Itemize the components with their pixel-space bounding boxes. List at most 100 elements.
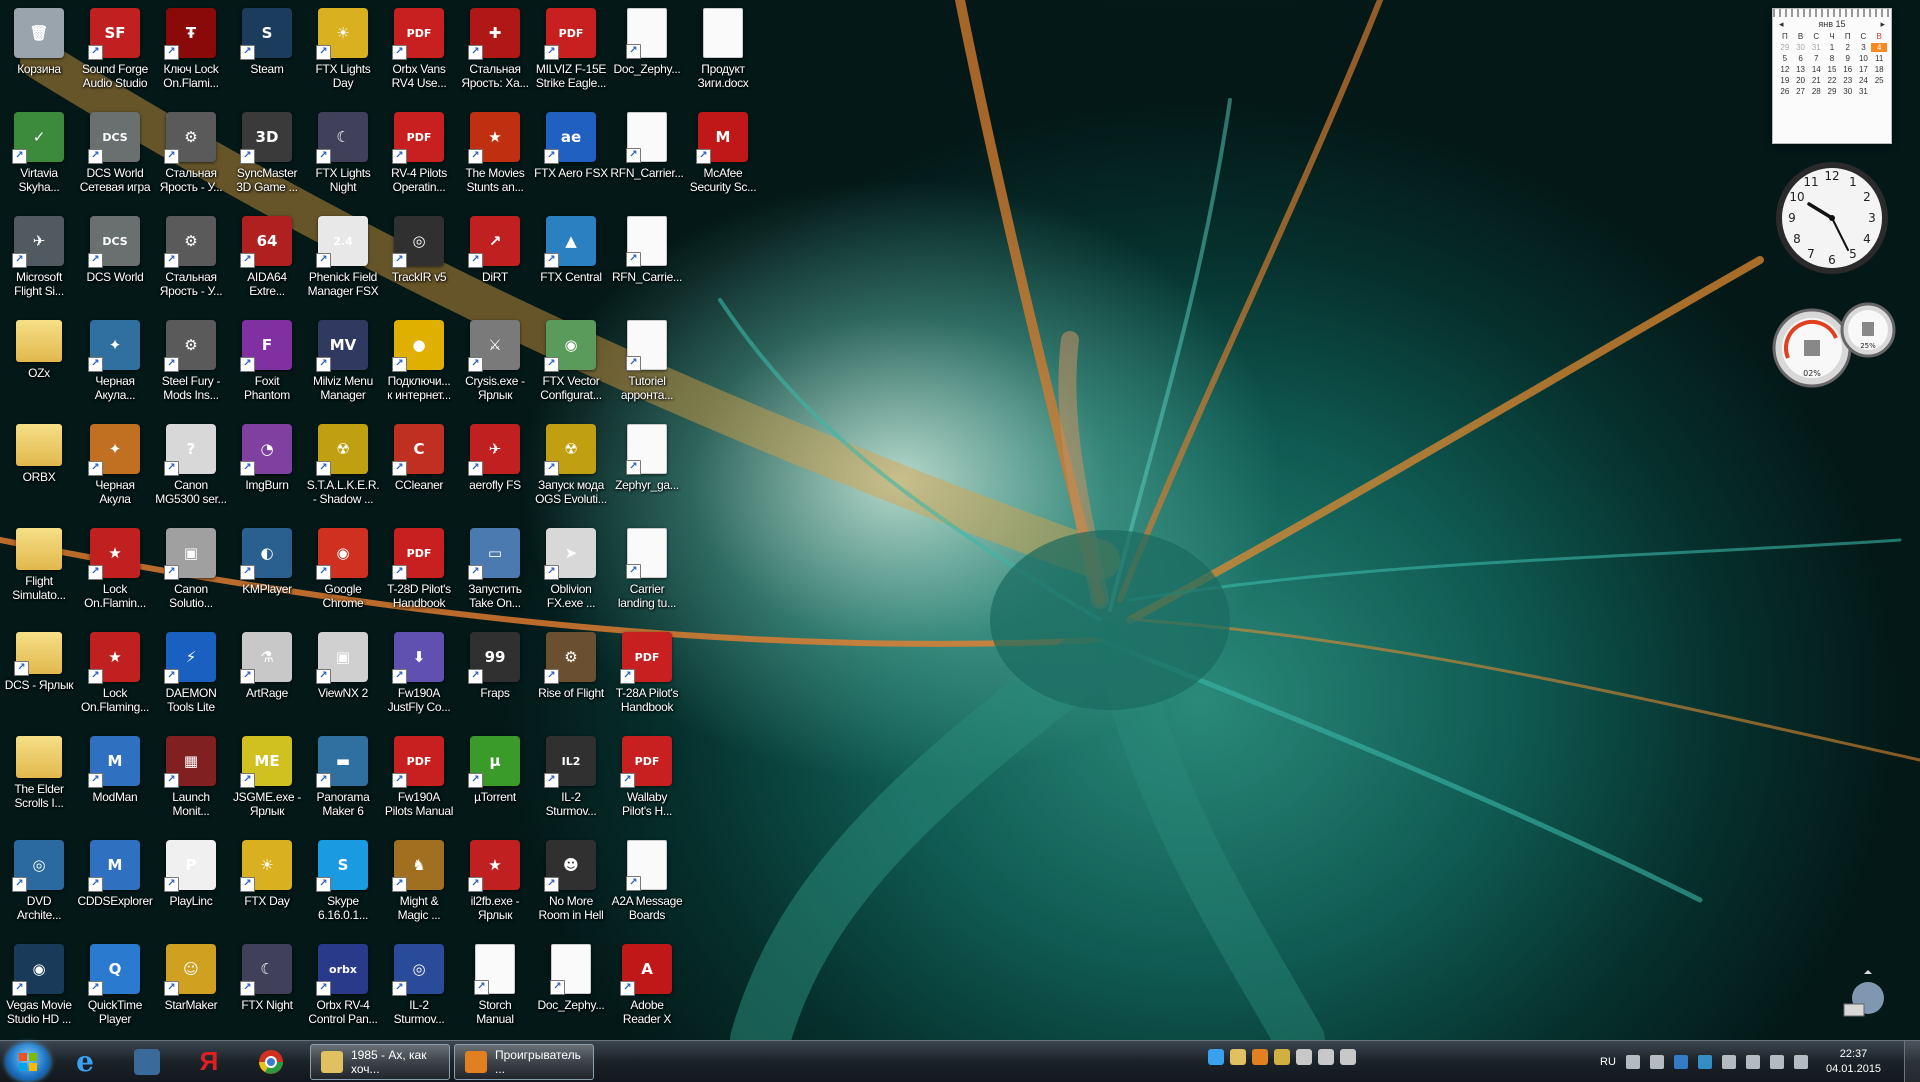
desktop-icon[interactable]: ↗ DCS - Ярлык [1,626,77,726]
taskbar-pin-yandex[interactable]: Я [182,1043,236,1081]
desktop-icon[interactable]: ★ ↗ il2fb.exe - Ярлык [457,834,533,934]
desktop-icon[interactable]: The Elder Scrolls I... [1,730,77,830]
start-button[interactable] [6,1042,50,1081]
calendar-day[interactable]: 22 [1824,76,1840,85]
desktop-icon[interactable]: ↗ Doc_Zephy... [609,2,685,102]
desktop-icon[interactable]: ✦ ↗ Черная Акула... [77,314,153,414]
taskbar-pin-internet-explorer[interactable]: e [58,1043,112,1081]
calendar-day[interactable]: 31 [1856,87,1872,96]
desktop-icon[interactable]: IL2 ↗ IL-2 Sturmov... [533,730,609,830]
desktop-icon[interactable]: ▲ ↗ FTX Central [533,210,609,310]
calendar-day[interactable]: 2 [1840,43,1856,52]
desktop-icon[interactable]: ☀ ↗ FTX Lights Day [305,2,381,102]
desktop-icon[interactable]: ✦ ↗ Черная Акула [77,418,153,518]
calendar-gadget[interactable]: ◂ янв 15 ▸ П В С Ч П С В 29 30 31 1 2 3 4 5 6 7 8 9 10 11 12 1… [1772,8,1892,144]
drive-small-icon[interactable] [1318,1049,1334,1065]
volume-icon[interactable] [1745,1054,1760,1069]
calendar-day[interactable]: 26 [1777,87,1793,96]
desktop-icon[interactable]: ☺ ↗ StarMaker [153,938,229,1038]
desktop-icon[interactable]: Flight Simulato... [1,522,77,622]
skype-tray-icon[interactable] [1697,1054,1712,1069]
desktop-icon[interactable]: 🗑 Корзина [1,2,77,102]
calendar-prev-icon[interactable]: ◂ [1779,19,1784,30]
desktop-icon[interactable]: ✈ ↗ Microsoft Flight Si... [1,210,77,310]
desktop-icon[interactable]: ⚙ ↗ Стальная Ярость - У... [153,106,229,206]
desktop-icon[interactable]: ☾ ↗ FTX Night [229,938,305,1038]
calendar-day[interactable]: 8 [1824,54,1840,63]
taskbar-pin-kmplayer[interactable] [120,1043,174,1081]
desktop-icon[interactable]: ◐ ↗ KMPlayer [229,522,305,622]
desktop-icon[interactable]: PDF ↗ Fw190A Pilots Manual [381,730,457,830]
calendar-day[interactable]: 30 [1840,87,1856,96]
desktop-icon[interactable]: ↗ RFN_Carrie... [609,210,685,310]
desktop-icon[interactable]: ⬇ ↗ Fw190A JustFly Co... [381,626,457,726]
calendar-next-icon[interactable]: ▸ [1880,19,1885,30]
desktop-icon[interactable]: ◎ ↗ DVD Archite... [1,834,77,934]
desktop-icon[interactable]: ☾ ↗ FTX Lights Night [305,106,381,206]
taskbar-task-folder[interactable]: 1985 - Ах, как хоч... [310,1043,450,1080]
desktop-icon[interactable]: ▣ ↗ Canon Solutio... [153,522,229,622]
desktop-icon[interactable]: ♞ ↗ Might & Magic ... [381,834,457,934]
desktop-icon[interactable]: PDF ↗ MILVIZ F-15E Strike Eagle... [533,2,609,102]
desktop-icon[interactable]: µ ↗ µTorrent [457,730,533,830]
desktop-icon[interactable]: A ↗ Adobe Reader X [609,938,685,1038]
desktop-icon[interactable]: ◎ ↗ TrackIR v5 [381,210,457,310]
calendar-day[interactable]: 6 [1793,54,1809,63]
desktop-icon[interactable]: ae ↗ FTX Aero FSX [533,106,609,206]
desktop-icon[interactable]: 3D ↗ SyncMaster 3D Game ... [229,106,305,206]
desktop-icon[interactable]: P ↗ PlayLinc [153,834,229,934]
media-orb-icon[interactable] [1838,966,1890,1018]
calendar-day[interactable]: 16 [1840,65,1856,74]
desktop-icon[interactable]: ☢ ↗ Запуск мода OGS Evoluti... [533,418,609,518]
desktop-icon[interactable]: ▬ ↗ Panorama Maker 6 [305,730,381,830]
calendar-day[interactable]: 29 [1824,87,1840,96]
desktop-icon[interactable]: Q ↗ QuickTime Player [77,938,153,1038]
desktop-icon[interactable]: ⚙ ↗ Стальная Ярость - У... [153,210,229,310]
calendar-day[interactable]: 23 [1840,76,1856,85]
desktop-icon[interactable]: PDF ↗ T-28D Pilot's Handbook [381,522,457,622]
desktop-icon[interactable]: PDF ↗ T-28A Pilot's Handbook [609,626,685,726]
folder-small-icon[interactable] [1230,1049,1246,1065]
desktop-icon[interactable]: SF ↗ Sound Forge Audio Studio [77,2,153,102]
desktop-icon[interactable]: ★ ↗ Lock On.Flaming... [77,626,153,726]
desktop-icon[interactable]: ✈ ↗ aerofly FS [457,418,533,518]
desktop-icon[interactable]: ⚡ ↗ DAEMON Tools Lite [153,626,229,726]
taskbar-task-player[interactable]: Проигрыватель ... [454,1043,594,1080]
desktop-icon[interactable]: PDF ↗ RV-4 Pilots Operatin... [381,106,457,206]
desktop-icon[interactable]: ↗ Storch Manual [457,938,533,1038]
signal-icon[interactable] [1793,1054,1808,1069]
calendar-day[interactable]: 21 [1808,76,1824,85]
desktop-icon[interactable]: ✓ ↗ Virtavia Skyha... [1,106,77,206]
desktop-icon[interactable]: 2.4 ↗ Phenick Field Manager FSX [305,210,381,310]
calendar-day[interactable]: 3 [1856,43,1872,52]
desktop-icon[interactable]: PDF ↗ Orbx Vans RV4 Use... [381,2,457,102]
desktop-icon[interactable]: PDF ↗ Wallaby Pilot's H... [609,730,685,830]
calendar-day[interactable]: 10 [1856,54,1872,63]
desktop-icon[interactable]: ↗ Zephyr_ga... [609,418,685,518]
desktop-icon[interactable]: ORBX [1,418,77,518]
desktop-icon[interactable]: ➤ ↗ Oblivion FX.exe ... [533,522,609,622]
calendar-day[interactable] [1871,87,1887,96]
calendar-day[interactable]: 25 [1871,76,1887,85]
desktop-icon[interactable]: ▣ ↗ ViewNX 2 [305,626,381,726]
calendar-day[interactable]: 1 [1824,43,1840,52]
desktop-icon[interactable]: ⚔ ↗ Crysis.exe - Ярлык [457,314,533,414]
desktop-icon[interactable]: ? ↗ Canon MG5300 ser... [153,418,229,518]
calendar-day[interactable]: 12 [1777,65,1793,74]
calendar-day[interactable]: 14 [1808,65,1824,74]
calendar-day[interactable]: 5 [1777,54,1793,63]
cpu-meter-gadget[interactable]: 02% 25% [1770,298,1900,398]
desktop-icon[interactable]: Ŧ ↗ Ключ Lock On.Flami... [153,2,229,102]
ie-small-icon[interactable] [1208,1049,1224,1065]
desktop-icon[interactable]: 64 ↗ AIDA64 Extre... [229,210,305,310]
desktop-icon[interactable]: ☀ ↗ FTX Day [229,834,305,934]
desktop-icon[interactable]: ↗ Doc_Zephy... [533,938,609,1038]
desktop-icon[interactable]: S ↗ Steam [229,2,305,102]
calendar-day[interactable]: 15 [1824,65,1840,74]
desktop-icon[interactable]: ME ↗ JSGME.exe - Ярлык [229,730,305,830]
desktop-icon[interactable]: ⚙ ↗ Steel Fury - Mods Ins... [153,314,229,414]
desktop-icon[interactable]: 99 ↗ Fraps [457,626,533,726]
calendar-day[interactable]: 17 [1856,65,1872,74]
desktop-icon[interactable]: ◉ ↗ Google Chrome [305,522,381,622]
desktop-icon[interactable]: DCS ↗ DCS World Сетевая игра [77,106,153,206]
